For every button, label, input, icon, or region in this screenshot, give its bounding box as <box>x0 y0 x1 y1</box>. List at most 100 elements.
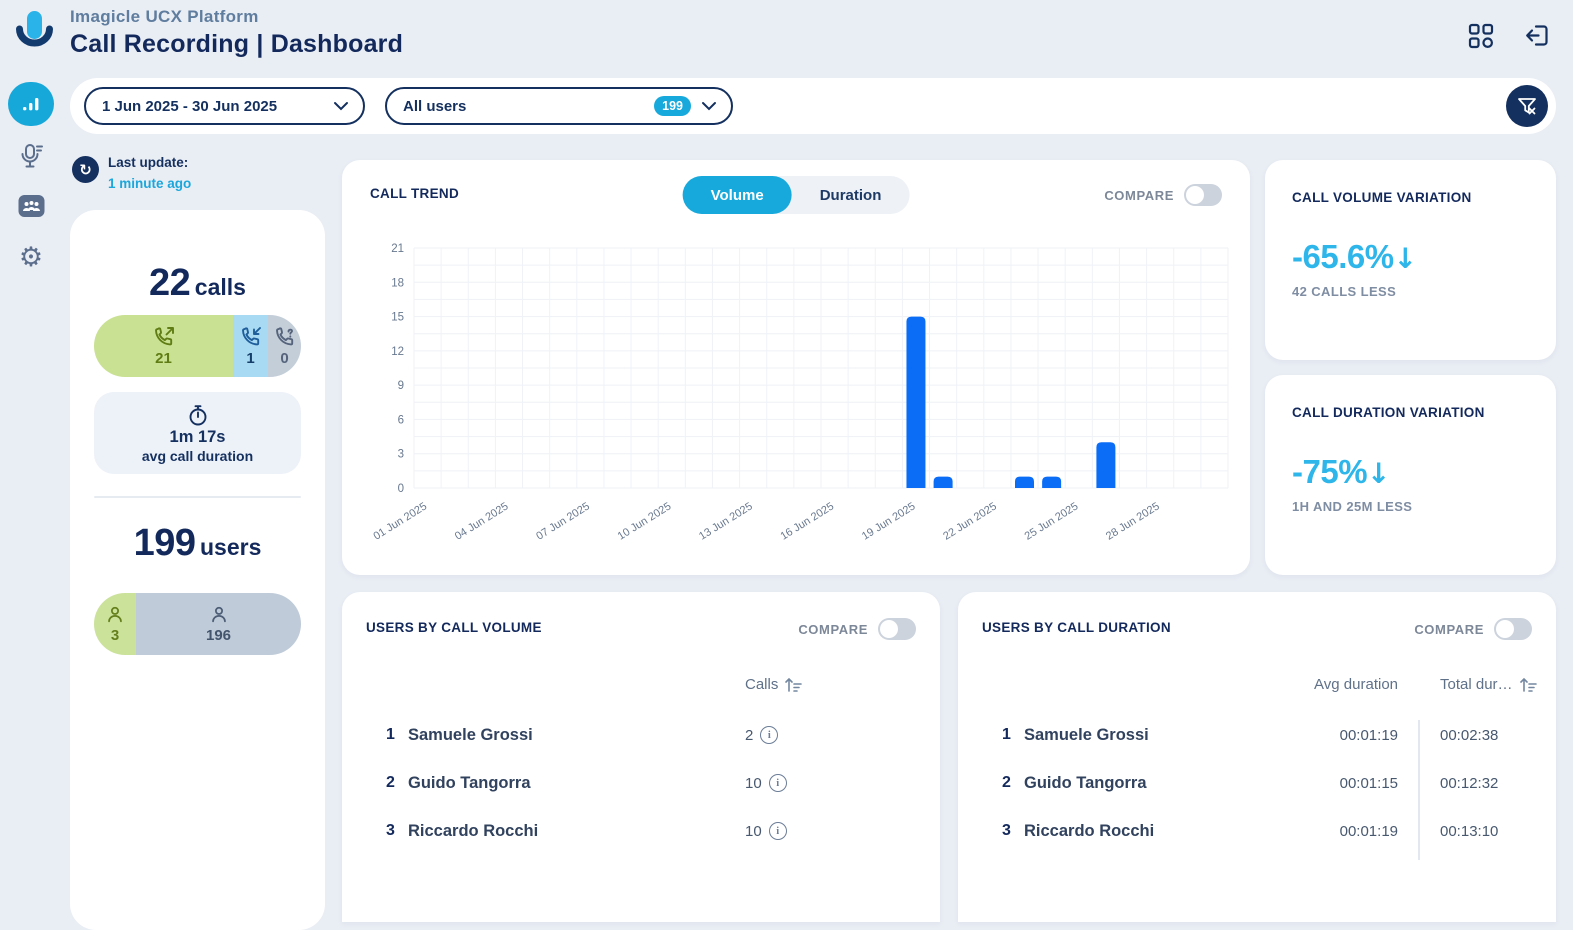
svg-text:19 Jun 2025: 19 Jun 2025 <box>860 500 918 542</box>
refresh-button[interactable]: ↻ <box>72 156 99 183</box>
table-row[interactable]: 3Riccardo Rocchi00:01:1900:13:10 <box>958 807 1556 855</box>
page-title: Call Recording | Dashboard <box>70 30 403 59</box>
toggle-knob <box>1186 186 1204 204</box>
sort-ascending-icon <box>784 676 802 693</box>
users-filter-dropdown[interactable]: All users 199 <box>385 87 733 125</box>
active-users-count: 3 <box>111 627 119 644</box>
call-volume-variation-title: CALL VOLUME VARIATION <box>1292 190 1472 205</box>
trend-bar[interactable] <box>1096 442 1115 488</box>
info-icon[interactable]: i <box>769 774 787 792</box>
row-user-name: Guido Tangorra <box>408 774 531 793</box>
call-duration-variation-subtitle: 1H AND 25M LESS <box>1292 499 1412 514</box>
gear-icon: ⚙ <box>19 244 43 272</box>
users-by-duration-rows: 1Samuele Grossi00:01:1900:02:382Guido Ta… <box>958 711 1556 855</box>
info-icon[interactable]: i <box>760 726 778 744</box>
person-icon <box>104 604 126 626</box>
inactive-users-count: 196 <box>206 627 231 644</box>
logout-icon[interactable] <box>1524 22 1551 49</box>
row-user-name: Samuele Grossi <box>408 726 533 745</box>
total-calls-unit: calls <box>195 274 246 300</box>
unanswered-calls-segment[interactable]: 0 <box>268 315 301 377</box>
outgoing-calls-segment[interactable]: 21 <box>94 315 233 377</box>
table-row[interactable]: 1Samuele Grossi2i <box>342 711 940 759</box>
chevron-down-icon <box>701 101 717 111</box>
trend-bar[interactable] <box>1042 477 1061 488</box>
users-by-duration-card: USERS BY CALL DURATION COMPARE Avg durat… <box>958 592 1556 922</box>
call-duration-variation-value: -75%↓ <box>1292 453 1390 491</box>
svg-text:01 Jun 2025: 01 Jun 2025 <box>371 500 429 542</box>
calls-column-header[interactable]: Calls <box>745 676 802 693</box>
compare-label: COMPARE <box>1104 188 1174 203</box>
svg-text:15: 15 <box>391 312 404 324</box>
compare-toggle[interactable] <box>1494 618 1532 640</box>
trend-bar[interactable] <box>906 317 925 488</box>
sidebar-item-recordings[interactable] <box>0 142 62 170</box>
unanswered-calls-count: 0 <box>280 350 288 367</box>
apps-grid-icon[interactable] <box>1468 23 1494 49</box>
svg-text:0: 0 <box>398 483 404 495</box>
inactive-users-segment[interactable]: 196 <box>136 593 301 655</box>
incoming-call-icon <box>239 325 263 349</box>
trend-bar[interactable] <box>934 477 953 488</box>
table-row[interactable]: 3Riccardo Rocchi10i <box>342 807 940 855</box>
incoming-calls-segment[interactable]: 1 <box>233 315 268 377</box>
svg-text:04 Jun 2025: 04 Jun 2025 <box>453 500 511 542</box>
active-users-segment[interactable]: 3 <box>94 593 136 655</box>
chevron-down-icon <box>333 101 349 111</box>
clear-filters-button[interactable] <box>1506 85 1548 127</box>
svg-text:18: 18 <box>391 277 404 289</box>
trend-bar[interactable] <box>1015 477 1034 488</box>
total-users: 199 users <box>70 522 325 565</box>
users-breakdown-bar: 3 196 <box>94 593 301 655</box>
info-icon[interactable]: i <box>769 822 787 840</box>
svg-text:12: 12 <box>391 346 404 358</box>
table-row[interactable]: 2Guido Tangorra10i <box>342 759 940 807</box>
avg-call-duration-value: 1m 17s <box>170 428 226 447</box>
call-trend-chart: 03691215182101 Jun 202504 Jun 202507 Jun… <box>366 234 1246 569</box>
svg-text:13 Jun 2025: 13 Jun 2025 <box>697 500 755 542</box>
last-update-value: 1 minute ago <box>108 176 191 191</box>
svg-text:6: 6 <box>398 414 404 426</box>
calls-count: 10 <box>745 775 762 792</box>
row-rank: 3 <box>386 822 395 840</box>
total-duration-column-header[interactable]: Total dur… <box>1440 676 1537 693</box>
compare-toggle[interactable] <box>1184 184 1222 206</box>
call-trend-title: CALL TREND <box>370 186 459 201</box>
table-row[interactable]: 2Guido Tangorra00:01:1500:12:32 <box>958 759 1556 807</box>
call-volume-variation-subtitle: 42 CALLS LESS <box>1292 284 1396 299</box>
svg-text:07 Jun 2025: 07 Jun 2025 <box>534 500 592 542</box>
avg-call-duration-label: avg call duration <box>142 448 253 464</box>
svg-text:16 Jun 2025: 16 Jun 2025 <box>778 500 836 542</box>
date-range-dropdown[interactable]: 1 Jun 2025 - 30 Jun 2025 <box>84 87 365 125</box>
row-avg-duration: 00:01:19 <box>1340 727 1398 744</box>
table-row[interactable]: 1Samuele Grossi00:01:1900:02:38 <box>958 711 1556 759</box>
calls-count: 2 <box>745 727 753 744</box>
row-rank: 3 <box>1002 822 1011 840</box>
svg-text:25 Jun 2025: 25 Jun 2025 <box>1023 500 1081 542</box>
tab-volume[interactable]: Volume <box>683 176 792 214</box>
compare-label: COMPARE <box>798 622 868 637</box>
avg-duration-column-header[interactable]: Avg duration <box>1314 676 1398 693</box>
sidebar-item-users[interactable] <box>0 194 62 218</box>
users-filter-value: All users <box>403 98 466 115</box>
users-by-volume-rows: 1Samuele Grossi2i2Guido Tangorra10i3Ricc… <box>342 711 940 855</box>
tab-duration[interactable]: Duration <box>792 176 910 214</box>
filter-bar: 1 Jun 2025 - 30 Jun 2025 All users 199 <box>70 78 1556 134</box>
users-by-duration-title: USERS BY CALL DURATION <box>982 620 1171 635</box>
svg-text:21: 21 <box>391 243 404 255</box>
call-duration-variation-card: CALL DURATION VARIATION -75%↓ 1H AND 25M… <box>1265 375 1556 575</box>
summary-panel: 22 calls 21 1 0 <box>70 210 325 930</box>
sidebar-item-dashboard[interactable] <box>8 82 54 126</box>
outgoing-call-icon <box>151 325 177 349</box>
total-users-value: 199 <box>134 522 196 564</box>
compare-toggle[interactable] <box>878 618 916 640</box>
stopwatch-icon <box>186 403 210 427</box>
person-icon <box>208 604 230 626</box>
date-range-value: 1 Jun 2025 - 30 Jun 2025 <box>102 98 277 115</box>
filter-clear-icon <box>1516 95 1538 117</box>
last-update-label: Last update: <box>108 155 188 170</box>
sidebar-item-settings[interactable]: ⚙ <box>0 244 62 272</box>
svg-text:3: 3 <box>398 449 404 461</box>
row-rank: 1 <box>1002 726 1011 744</box>
total-users-unit: users <box>200 534 261 560</box>
